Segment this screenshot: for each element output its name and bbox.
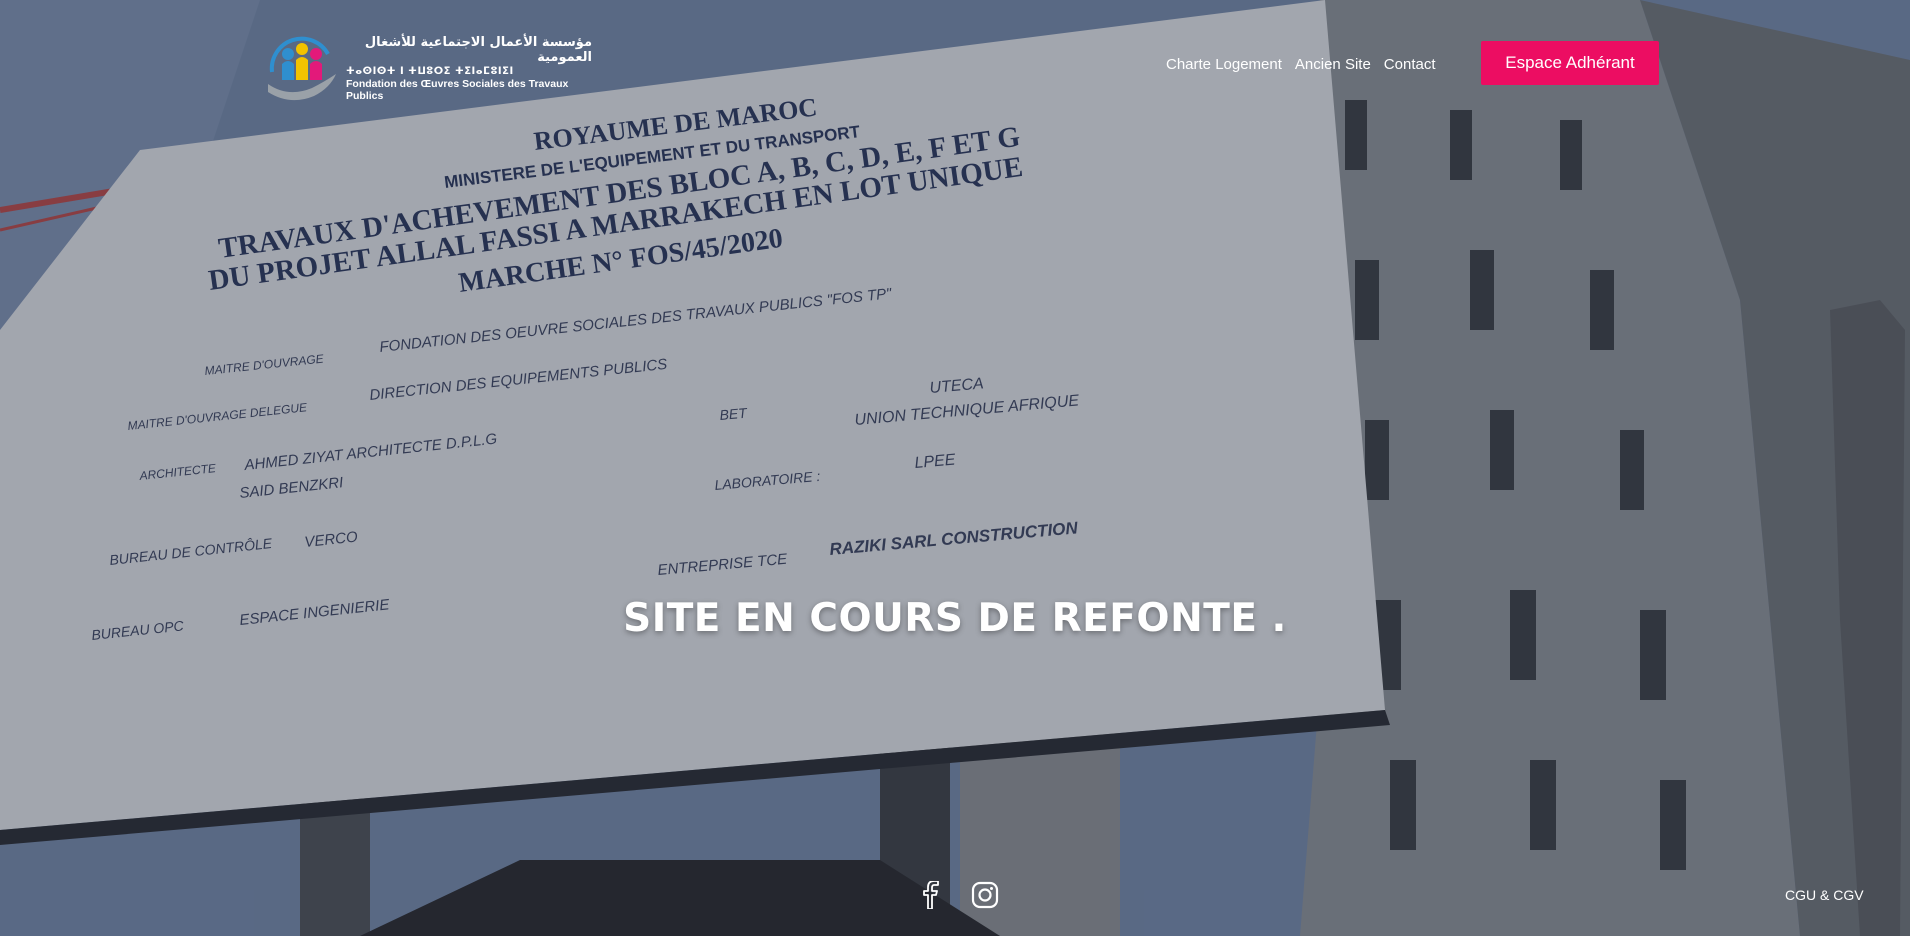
hero-background: ROYAUME DE MAROC MINISTERE DE L'EQUIPEME…	[0, 0, 1910, 936]
foundation-logo-icon	[268, 36, 336, 101]
instagram-icon	[971, 881, 999, 909]
logo-arabic-text: مؤسسة الأعمال الاجتماعية للأشغال العمومي…	[364, 35, 592, 66]
cgu-cgv-link[interactable]: CGU & CGV	[1785, 887, 1864, 903]
facebook-icon	[923, 881, 939, 909]
social-links	[917, 880, 999, 910]
nav-ancien-site[interactable]: Ancien Site	[1295, 56, 1371, 73]
nav-charte-logement[interactable]: Charte Logement	[1166, 56, 1282, 73]
nav-contact[interactable]: Contact	[1384, 56, 1436, 73]
main-nav: Charte Logement Ancien Site Contact	[1166, 56, 1436, 73]
facebook-link[interactable]	[917, 880, 945, 910]
logo-french-text: Fondation des Œuvres Sociales des Travau…	[346, 77, 569, 102]
logo-tifinagh-text: ⵜⴰⵙⵏⵙⵜ ⵏ ⵜⵡⵓⵔⵉ ⵜⵉⵏⴰⵎⵓⵏⵉⵏ	[346, 66, 514, 78]
espace-adherant-button[interactable]: Espace Adhérant	[1481, 41, 1659, 85]
site-logo[interactable]: مؤسسة الأعمال الاجتماعية للأشغال العمومي…	[262, 32, 592, 106]
page-headline: SITE EN COURS DE REFONTE .	[623, 596, 1287, 642]
instagram-link[interactable]	[971, 880, 999, 910]
